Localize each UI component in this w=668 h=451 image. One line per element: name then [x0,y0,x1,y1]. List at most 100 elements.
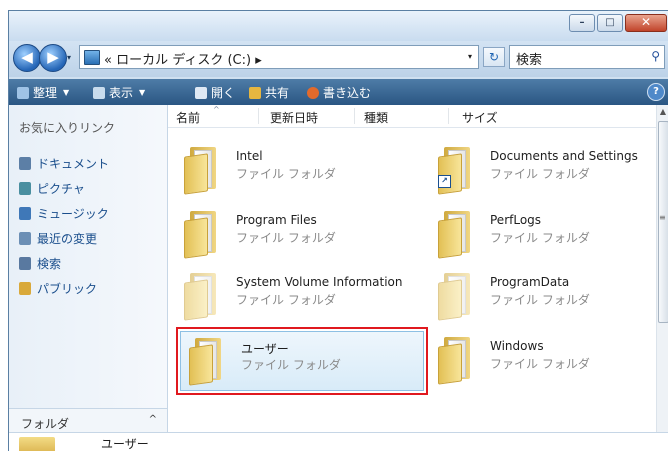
folder-icon [189,338,223,386]
selected-folder-icon [19,437,55,451]
organize-button[interactable]: 整理 ▼ [17,84,69,101]
help-icon: ? [653,86,659,97]
fav-item-public[interactable]: パブリック [19,276,109,301]
folder-item-windows[interactable]: Windows ファイル フォルダ [430,331,668,391]
back-button[interactable]: ◀ [13,44,41,72]
path-overflow-chevron[interactable]: « [104,53,112,68]
file-list-pane: 名前 ^ 更新日時 種類 サイズ Intel ファイル フォルダ ↗ Docum… [168,105,668,451]
sort-ascending-icon: ^ [213,105,220,114]
vertical-scrollbar[interactable]: ▲ ≡ ▼ [656,105,668,451]
organize-label: 整理 [33,86,58,100]
help-button[interactable]: ? [647,83,665,101]
item-type: ファイル フォルダ [490,167,590,181]
refresh-button[interactable]: ↻ [483,47,505,67]
search-icon[interactable]: ⚲ [651,49,660,63]
fav-item-recent-changes[interactable]: 最近の変更 [19,226,109,251]
column-size[interactable]: サイズ [462,109,498,126]
back-arrow-icon: ◀ [21,48,33,66]
fav-item-music[interactable]: ミュージック [19,201,109,226]
fav-item-documents[interactable]: ドキュメント [19,151,109,176]
open-button[interactable]: 開く [195,84,235,101]
scrollbar-thumb[interactable] [658,121,668,323]
pictures-icon [19,182,31,195]
fav-item-label: ミュージック [37,207,109,221]
maximize-icon: □ [605,17,615,28]
hidden-folder-icon [438,273,472,321]
chevron-up-icon: ^ [148,414,157,425]
share-label: 共有 [265,86,290,100]
address-path[interactable]: « ローカル ディスク (C:) ▸ [104,49,262,68]
fav-item-label: 最近の変更 [37,232,98,246]
burn-disc-icon [307,86,319,99]
folders-label: フォルダ [21,417,70,431]
recent-pages-dropdown-icon[interactable]: ▾ [67,53,71,62]
path-segment-local-disk[interactable]: ローカル ディスク (C:) [116,53,251,68]
folder-icon [184,147,218,195]
burn-button[interactable]: 書き込む [307,84,371,101]
folder-item-intel[interactable]: Intel ファイル フォルダ [176,141,426,201]
search-placeholder: 検索 [516,53,543,68]
details-pane: ユーザー [9,432,668,451]
column-name[interactable]: 名前 [176,109,200,126]
minimize-button[interactable]: – [569,14,595,32]
search-input[interactable]: 検索 ⚲ [509,45,665,69]
favorite-links-list: ドキュメント ピクチャ ミュージック 最近の変更 検索 パブリック [19,151,109,301]
item-name: Intel [236,149,263,163]
forward-button[interactable]: ▶ [39,44,67,72]
column-divider[interactable] [448,108,449,124]
address-bar[interactable]: « ローカル ディスク (C:) ▸ ▾ [79,45,479,69]
column-type[interactable]: 種類 [364,109,388,126]
views-dropdown-icon: ▼ [139,88,146,97]
fav-item-label: 検索 [37,257,62,271]
item-name: PerfLogs [490,213,542,227]
folder-item-program-files[interactable]: Program Files ファイル フォルダ [176,205,426,265]
folder-icon [438,337,472,385]
folder-item-system-volume-information[interactable]: System Volume Information ファイル フォルダ [176,267,426,327]
caption-buttons: – □ ✕ [569,14,667,32]
scroll-up-icon[interactable]: ▲ [657,107,668,116]
command-bar: 整理 ▼ 表示 ▼ 開く 共有 書き込む ? [9,79,668,105]
item-name: System Volume Information [236,275,403,289]
item-name: Documents and Settings [490,149,638,163]
title-bar[interactable]: – □ ✕ [9,11,668,41]
hidden-folder-icon [184,273,218,321]
computer-icon [84,50,100,65]
fav-item-searches[interactable]: 検索 [19,251,109,276]
column-divider[interactable] [258,108,259,124]
organize-dropdown-icon: ▼ [63,88,70,97]
column-header: 名前 ^ 更新日時 種類 サイズ [168,105,657,128]
maximize-button[interactable]: □ [597,14,623,32]
fav-item-label: ドキュメント [37,157,110,171]
share-button[interactable]: 共有 [249,84,289,101]
documents-icon [19,157,31,170]
navigation-pane: お気に入りリンク ドキュメント ピクチャ ミュージック 最近の変更 検索 パブリ… [9,105,168,451]
open-label: 開く [211,86,236,100]
explorer-window: – □ ✕ ◀ ▶ ▾ « ローカル ディスク (C:) ▸ ▾ ↻ 検索 ⚲ … [8,10,668,451]
views-button[interactable]: 表示 ▼ [93,84,145,101]
item-name: ユーザー [241,342,289,356]
folders-toggle[interactable]: フォルダ ^ [9,408,167,435]
folder-item-perflogs[interactable]: PerfLogs ファイル フォルダ [430,205,668,265]
scrollbar-grip-icon: ≡ [659,213,666,222]
selected-item-name: ユーザー [101,437,149,451]
column-divider[interactable] [354,108,355,124]
column-modified[interactable]: 更新日時 [270,109,318,126]
item-type: ファイル フォルダ [236,167,336,181]
folder-icon [184,211,218,259]
open-icon [195,86,207,99]
folder-item-programdata[interactable]: ProgramData ファイル フォルダ [430,267,668,327]
folder-shortcut-icon: ↗ [438,147,472,195]
recent-changes-icon [19,232,31,245]
close-button[interactable]: ✕ [625,14,667,32]
folder-item-users[interactable]: ユーザー ファイル フォルダ [176,327,428,395]
folder-item-documents-and-settings[interactable]: ↗ Documents and Settings ファイル フォルダ [430,141,668,201]
item-type: ファイル フォルダ [490,293,590,307]
fav-item-pictures[interactable]: ピクチャ [19,176,109,201]
close-icon: ✕ [640,15,652,29]
item-name: Program Files [236,213,317,227]
favorite-links-title: お気に入りリンク [19,121,116,135]
address-row: ◀ ▶ ▾ « ローカル ディスク (C:) ▸ ▾ ↻ 検索 ⚲ [9,41,668,77]
fav-item-label: ピクチャ [37,182,85,196]
path-segment-arrow-icon[interactable]: ▸ [255,53,262,68]
address-dropdown-icon[interactable]: ▾ [468,52,472,61]
